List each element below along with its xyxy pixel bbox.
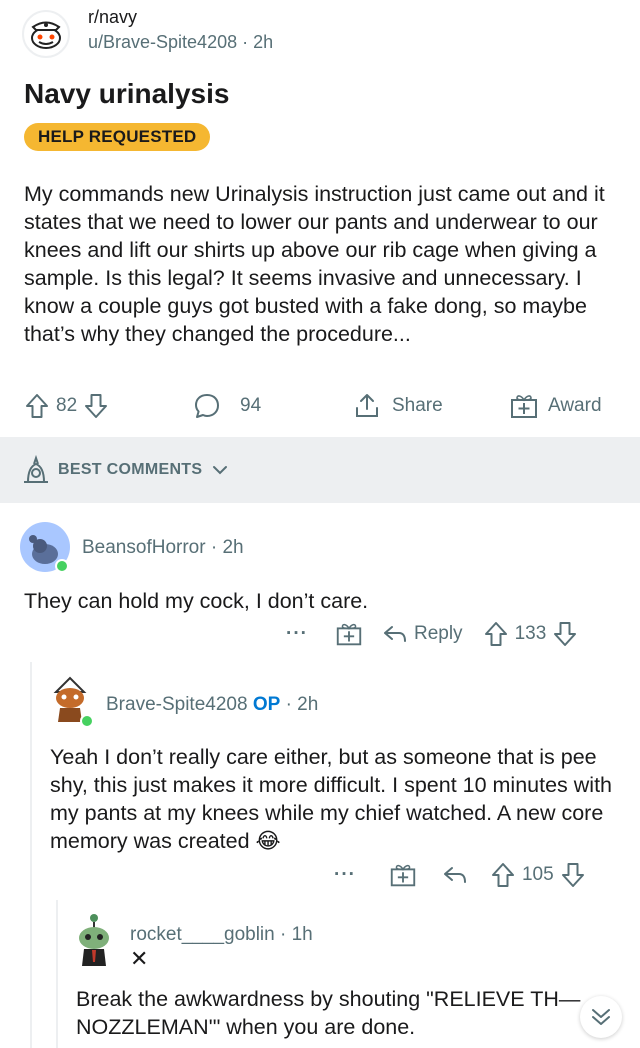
post-vote-count: 82 [56,395,78,416]
award-icon[interactable] [334,619,364,649]
downvote-icon[interactable] [560,861,586,889]
upvote-icon[interactable] [490,861,516,889]
share-icon [356,394,378,417]
comment-3-meta: rocket____goblin · 1h [130,924,313,946]
award-icon[interactable] [388,860,418,890]
award-button[interactable]: Award [508,390,608,422]
post-flair[interactable]: HELP REQUESTED [24,123,211,151]
online-indicator [55,559,69,573]
comment-2-votes: 105 [521,864,554,885]
lamp-icon [24,454,48,483]
comment-1-actions: ··· Reply 133 [286,619,578,649]
user-flair-badge: ✕ [130,946,149,971]
reply-icon [383,626,406,642]
laughing-emoji: 😂 [255,829,281,853]
comment-1-time: 2h [222,537,244,558]
post-meta: u/Brave-Spite4208 · 2h [88,32,273,53]
online-indicator [80,714,94,728]
post-title[interactable]: Navy urinalysis [24,78,229,110]
scroll-next-button[interactable] [580,996,622,1038]
reply-icon[interactable] [442,863,468,887]
comment-1-votes: 133 [514,623,547,644]
comment-1-text: They can hold my cock, I don’t care. [24,589,369,613]
share-button[interactable]: Share [352,390,449,422]
subreddit-name[interactable]: r/navy [88,7,137,28]
post: r/navy u/Brave-Spite4208 · 2h Navy urina… [0,0,640,437]
thread-line[interactable] [56,900,58,1048]
thread-line[interactable] [30,662,32,1048]
comment-3-author[interactable]: rocket____goblin [130,924,275,945]
meta-separator: · [280,924,292,945]
comment-2-text: Yeah I don’t really care either, but as … [50,743,616,855]
post-vote-group: 82 [24,390,109,422]
reply-button[interactable]: Reply [382,622,463,646]
sort-bar: BEST COMMENTS [0,437,640,503]
post-body: My commands new Urinalysis instruction j… [24,182,605,346]
subreddit-avatar[interactable] [22,10,70,58]
downvote-icon[interactable] [83,392,109,420]
comment-count: 94 [240,395,262,416]
sort-label: BEST COMMENTS [58,461,203,478]
downvote-icon[interactable] [552,620,578,648]
sort-dropdown[interactable]: BEST COMMENTS [20,454,230,486]
post-author[interactable]: u/Brave-Spite4208 [88,32,237,52]
chevron-down-icon [213,466,228,475]
comment-1-meta: BeansofHorror · 2h [82,537,244,559]
op-badge: OP [252,694,281,715]
meta-separator: · [210,537,223,558]
meta-separator: · [285,694,298,715]
comment-1-author[interactable]: BeansofHorror [82,537,206,558]
comment-3-text: Break the awkwardness by shouting "RELIE… [76,987,581,1039]
post-time: 2h [253,32,274,52]
upvote-icon[interactable] [24,392,50,420]
snoo-avatar-icon [31,21,61,49]
more-icon[interactable]: ··· [334,864,356,886]
comment-3-avatar[interactable] [70,912,118,968]
award-label: Award [548,395,602,416]
snoo-avatar-icon [79,914,109,966]
upvote-icon[interactable] [483,620,509,648]
award-icon [511,395,537,418]
collapse-chevron-icon [592,1009,610,1025]
comment-2-author[interactable]: Brave-Spite4208 [106,694,248,715]
comments-button[interactable]: 94 [192,390,267,422]
reply-label: Reply [413,623,463,644]
share-label: Share [392,395,443,416]
comment-3-time: 1h [291,924,313,945]
more-icon[interactable]: ··· [286,623,308,645]
comment-2-body: Yeah I don’t really care either, but as … [50,745,613,853]
meta-separator: · [242,32,254,52]
comment-2-time: 2h [297,694,319,715]
comment-2-meta: Brave-Spite4208 OP · 2h [106,694,318,716]
post-action-bar: 82 94 Share Award [0,390,640,422]
comment-2-actions: ··· 105 [334,860,586,890]
comment-icon [195,394,219,418]
